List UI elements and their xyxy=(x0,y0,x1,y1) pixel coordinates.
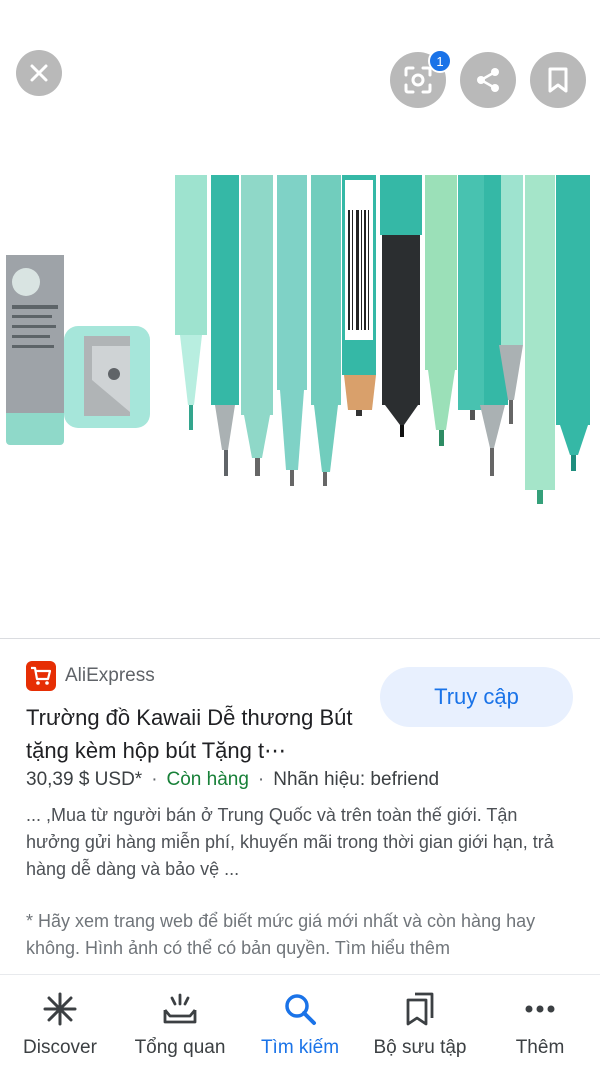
result-meta: 30,39 $ USD* · Còn hàng · Nhãn hiệu: befrien… xyxy=(26,769,439,791)
nav-label: Discover xyxy=(23,1037,97,1058)
result-card: AliExpress Truy cập Trường đồ Kawaii Dễ … xyxy=(0,639,600,974)
result-title[interactable]: Trường đồ Kawaii Dễ thương Bút tặng kèm … xyxy=(26,701,366,767)
lens-count-badge: 1 xyxy=(428,49,452,73)
separator-dot: · xyxy=(257,769,265,790)
save-button[interactable] xyxy=(530,52,586,108)
eraser-illustration xyxy=(6,255,64,445)
source-row[interactable]: AliExpress xyxy=(26,661,155,691)
scroll-fade xyxy=(0,960,600,974)
nav-item-collections[interactable]: Bộ sưu tập xyxy=(360,975,480,1067)
search-icon xyxy=(280,989,320,1029)
share-button[interactable] xyxy=(460,52,516,108)
nav-item-search[interactable]: Tìm kiếm xyxy=(240,975,360,1067)
tray-icon xyxy=(160,989,200,1029)
nav-label: Tổng quan xyxy=(134,1037,226,1058)
nav-item-more[interactable]: Thêm xyxy=(480,975,600,1067)
nav-label: Tìm kiếm xyxy=(260,1037,340,1058)
stock-status: Còn hàng xyxy=(166,769,249,790)
brand: Nhãn hiệu: befriend xyxy=(273,769,440,790)
visit-button[interactable]: Truy cập xyxy=(380,667,573,727)
collections-icon xyxy=(400,989,440,1029)
nav-item-discover[interactable]: Discover xyxy=(0,975,120,1067)
pens-illustration xyxy=(175,175,590,504)
share-icon xyxy=(477,68,499,92)
bottom-nav: Discover Tổng quan Tìm kiếm Bộ sưu tập T… xyxy=(0,974,600,1067)
price: 30,39 $ USD* xyxy=(26,769,143,790)
result-description: ... ,Mua từ người bán ở Trung Quốc và tr… xyxy=(26,805,554,879)
nav-label: Thêm xyxy=(515,1037,565,1058)
nav-item-overview[interactable]: Tổng quan xyxy=(120,975,240,1067)
asterisk-icon xyxy=(40,989,80,1029)
more-icon xyxy=(520,989,560,1029)
lens-icon xyxy=(404,66,432,94)
bookmark-icon xyxy=(548,67,568,93)
aliexpress-logo-icon xyxy=(26,661,56,691)
source-name: AliExpress xyxy=(65,665,155,686)
disclaimer: * Hãy xem trang web để biết mức giá mới … xyxy=(26,911,536,958)
nav-label: Bộ sưu tập xyxy=(373,1037,467,1058)
sharpener-illustration xyxy=(64,326,150,428)
close-icon xyxy=(30,64,48,82)
image-viewer: 1 xyxy=(0,0,600,638)
separator-dot: · xyxy=(151,769,158,790)
close-button[interactable] xyxy=(16,50,62,96)
